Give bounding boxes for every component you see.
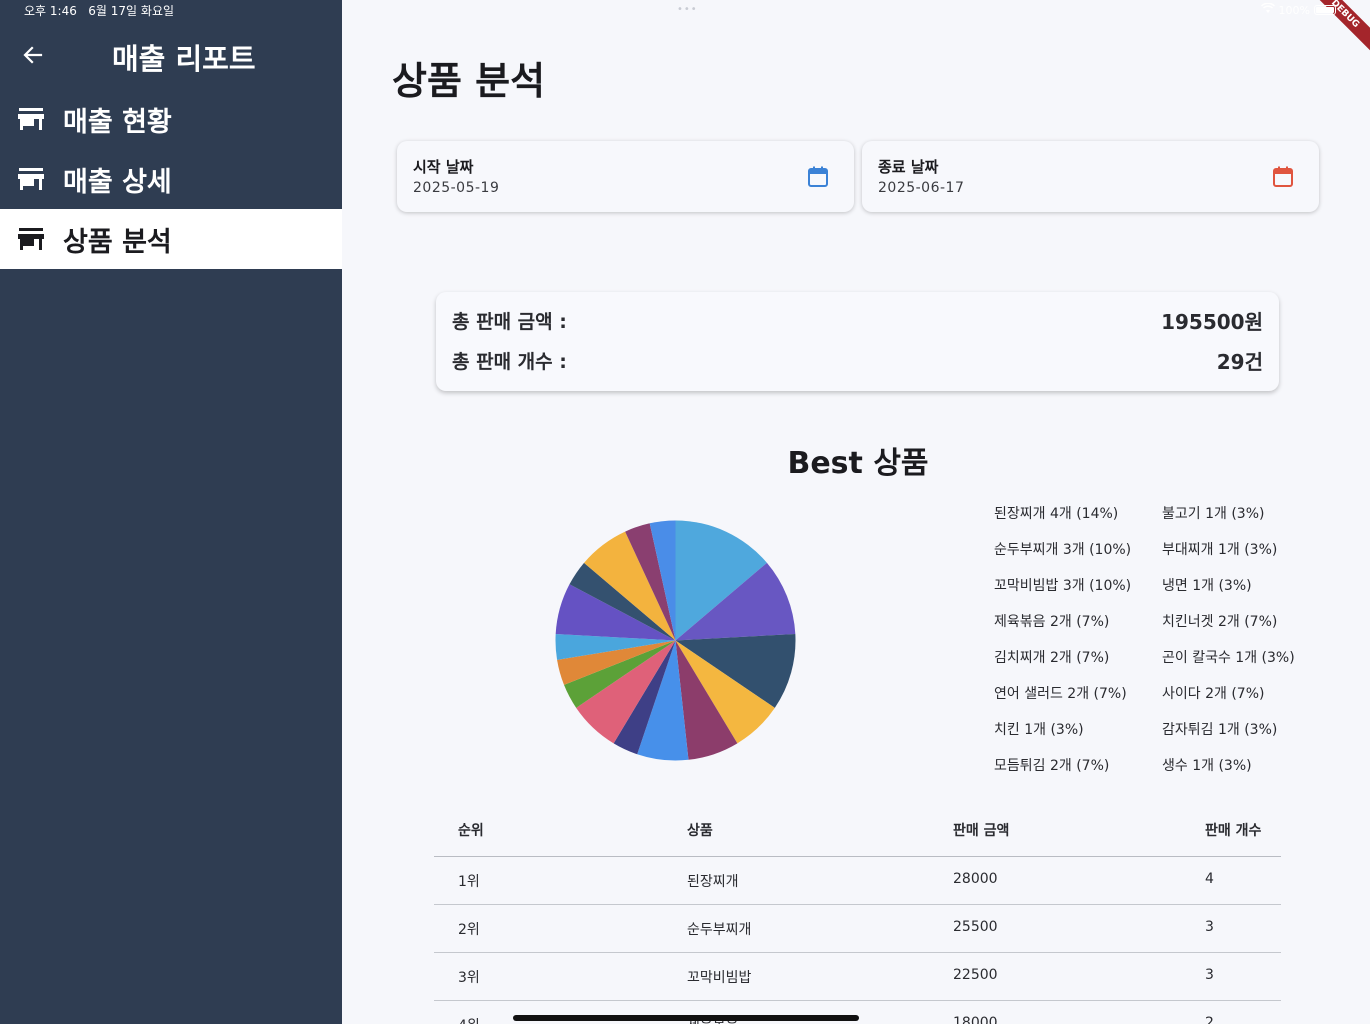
store-icon <box>18 107 44 131</box>
end-date-label: 종료 날짜 <box>878 158 939 176</box>
legend-item: 불고기 1개 (3%) <box>1162 506 1265 522</box>
header-amount: 판매 금액 <box>953 823 1010 839</box>
legend-item: 냉면 1개 (3%) <box>1162 578 1252 594</box>
multitask-dots[interactable]: ••• <box>677 4 698 15</box>
cell-product: 된장찌개 <box>687 874 739 890</box>
table-row: 2위 순두부찌개 25500 3 <box>434 905 1281 953</box>
total-count-value: 29건 <box>1216 349 1263 374</box>
back-arrow-icon[interactable] <box>20 42 46 68</box>
legend-item: 감자튀김 1개 (3%) <box>1162 722 1278 738</box>
battery-percent: 100% <box>1278 3 1310 17</box>
sidebar-item-product-analysis[interactable]: 상품 분석 <box>0 209 342 269</box>
total-amount-row: 총 판매 금액 : 195500원 <box>452 305 1263 335</box>
header-rank: 순위 <box>458 823 484 839</box>
legend-item: 제육볶음 2개 (7%) <box>994 614 1110 630</box>
cell-amount: 25500 <box>953 919 998 935</box>
sidebar-header: 매출 리포트 <box>0 28 342 80</box>
start-date-label: 시작 날짜 <box>413 158 474 176</box>
cell-amount: 18000 <box>953 1015 998 1024</box>
cell-amount: 22500 <box>953 967 998 983</box>
sidebar-item-label: 상품 분석 <box>63 226 172 258</box>
cell-amount: 28000 <box>953 871 998 887</box>
end-date-picker[interactable]: 종료 날짜 2025-06-17 <box>862 141 1319 212</box>
header-product: 상품 <box>687 823 713 839</box>
status-clock: 오후 1:46 <box>24 4 77 18</box>
legend-item: 모듬튀김 2개 (7%) <box>994 758 1110 774</box>
header-count: 판매 개수 <box>1205 823 1262 839</box>
start-date-value: 2025-05-19 <box>413 180 500 196</box>
sidebar-item-label: 매출 현황 <box>63 106 172 138</box>
total-count-row: 총 판매 개수 : 29건 <box>452 345 1263 375</box>
product-ranking-table: 순위 상품 판매 금액 판매 개수 1위 된장찌개 28000 4 2위 순두부… <box>434 806 1281 1024</box>
legend-item: 연어 샐러드 2개 (7%) <box>994 686 1127 702</box>
cell-count: 4 <box>1205 871 1214 887</box>
cell-product: 꼬막비빔밥 <box>687 970 752 986</box>
sales-summary-card: 총 판매 금액 : 195500원 총 판매 개수 : 29건 <box>436 292 1279 391</box>
start-date-picker[interactable]: 시작 날짜 2025-05-19 <box>397 141 854 212</box>
legend-item: 곤이 칼국수 1개 (3%) <box>1162 650 1295 666</box>
legend-item: 김치찌개 2개 (7%) <box>994 650 1110 666</box>
cell-rank: 1위 <box>458 874 480 890</box>
sidebar-item-sales-detail[interactable]: 매출 상세 <box>0 149 342 209</box>
status-date: 6월 17일 화요일 <box>88 4 175 18</box>
best-products-pie-chart <box>555 520 796 761</box>
sidebar-title: 매출 리포트 <box>112 42 256 76</box>
page-title: 상품 분석 <box>392 59 546 103</box>
table-row: 3위 꼬막비빔밥 22500 3 <box>434 953 1281 1001</box>
legend-item: 생수 1개 (3%) <box>1162 758 1252 774</box>
total-count-label: 총 판매 개수 : <box>452 350 567 373</box>
cell-count: 3 <box>1205 919 1214 935</box>
end-date-value: 2025-06-17 <box>878 180 965 196</box>
calendar-icon[interactable] <box>1271 165 1295 189</box>
status-time: 오후 1:46 6월 17일 화요일 <box>24 2 174 19</box>
battery-icon <box>1314 5 1336 15</box>
best-products-title: Best 상품 <box>787 446 929 481</box>
total-amount-label: 총 판매 금액 : <box>452 310 567 333</box>
sidebar: 매출 리포트 매출 현황 매출 상세 상품 분석 <box>0 0 342 1024</box>
legend-item: 순두부찌개 3개 (10%) <box>994 542 1132 558</box>
cell-rank: 2위 <box>458 922 480 938</box>
total-amount-value: 195500원 <box>1161 309 1263 334</box>
status-indicators: 100% <box>1260 2 1336 17</box>
home-indicator[interactable] <box>513 1015 859 1021</box>
calendar-icon[interactable] <box>806 165 830 189</box>
store-icon <box>18 167 44 191</box>
wifi-icon <box>1260 2 1275 17</box>
cell-rank: 4위 <box>458 1015 480 1024</box>
cell-rank: 3위 <box>458 970 480 986</box>
table-header: 순위 상품 판매 금액 판매 개수 <box>434 806 1281 857</box>
legend-item: 치킨 1개 (3%) <box>994 722 1084 738</box>
table-row: 1위 된장찌개 28000 4 <box>434 857 1281 905</box>
cell-count: 3 <box>1205 967 1214 983</box>
sidebar-item-label: 매출 상세 <box>63 166 172 198</box>
legend-item: 치킨너겟 2개 (7%) <box>1162 614 1278 630</box>
store-icon <box>18 227 44 251</box>
cell-count: 2 <box>1205 1015 1214 1024</box>
legend-item: 부대찌개 1개 (3%) <box>1162 542 1278 558</box>
cell-product: 순두부찌개 <box>687 922 752 938</box>
legend-item: 사이다 2개 (7%) <box>1162 686 1265 702</box>
legend-item: 된장찌개 4개 (14%) <box>994 506 1119 522</box>
legend-item: 꼬막비빔밥 3개 (10%) <box>994 578 1132 594</box>
sidebar-item-sales-status[interactable]: 매출 현황 <box>0 89 342 149</box>
